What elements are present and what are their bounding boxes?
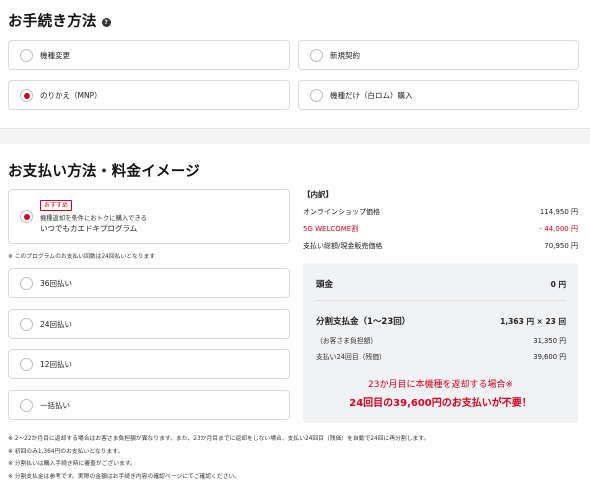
radio-mnp[interactable] <box>20 89 33 102</box>
radio-model-change[interactable] <box>20 49 33 62</box>
procedure-title: お手続き方法? <box>8 10 111 31</box>
installment-label: 分割支払金（1〜23回） <box>316 317 411 327</box>
radio-24-installments[interactable] <box>20 318 33 331</box>
breakdown-value-discount: - 44,000 円 <box>539 225 578 233</box>
footnote-4: ※ 分割支払金は参考です。実際の金額はお手続き内容の確認ページにてご確認ください… <box>8 474 241 480</box>
radio-36-installments[interactable] <box>20 277 33 290</box>
down-payment-label: 頭金 <box>316 280 334 290</box>
installment-value: 1,363 円 × 23 回 <box>500 317 566 326</box>
option-model-change-label: 機種変更 <box>40 51 70 60</box>
radio-lump-sum[interactable] <box>20 399 33 412</box>
footnote-1: ※ 2〜22か月目に返却する場合はお客さま負担額が異なります。また、23か月目ま… <box>8 436 430 442</box>
option-36-installments[interactable]: 36回払い <box>8 268 290 298</box>
option-24-label: 24回払い <box>40 320 73 329</box>
payment-title: お支払い方法・料金イメージ <box>8 164 201 180</box>
return-benefit-text: 24回目の39,600円のお支払いが不要！ <box>349 398 532 409</box>
customer-burden-label: （お客さま負担額） <box>316 337 378 345</box>
radio-kaedoki-program[interactable] <box>20 210 33 223</box>
option-device-only[interactable]: 機種だけ（白ロム）購入 <box>298 80 579 110</box>
breakdown-label-online-price: オンラインショップ価格 <box>303 208 380 216</box>
option-36-label: 36回払い <box>40 279 73 288</box>
option-new-contract-label: 新規契約 <box>330 51 360 60</box>
option-12-label: 12回払い <box>40 360 73 369</box>
option-model-change[interactable]: 機種変更 <box>8 40 290 70</box>
summary-divider <box>316 300 566 301</box>
breakdown-heading: 【内訳】 <box>303 190 333 199</box>
program-name: いつでもカエドキプログラム <box>40 224 138 233</box>
radio-new-contract[interactable] <box>310 49 323 62</box>
option-24-installments[interactable]: 24回払い <box>8 309 290 339</box>
option-12-installments[interactable]: 12回払い <box>8 349 290 379</box>
return-condition-text: 23か月目に本機種を返却する場合※ <box>368 380 513 390</box>
section-divider <box>0 128 590 144</box>
recommended-badge: おすすめ <box>40 200 73 211</box>
breakdown-value-total: 70,950 円 <box>544 242 578 250</box>
program-description: 機種返却を条件におトクに購入できる <box>40 215 147 222</box>
option-lump-sum[interactable]: 一括払い <box>8 390 290 420</box>
footnote-3: ※ 分割払いは購入手続き時に審査がございます。 <box>8 461 136 467</box>
footnote-2: ※ 初回のみ1,364円のお支払いとなります。 <box>8 449 124 455</box>
program-note: ※ このプログラムのお支払い回数は24回払いとなります <box>8 254 156 260</box>
option-kaedoki-program[interactable]: おすすめ 機種返却を条件におトクに購入できる いつでもカエドキプログラム <box>8 189 290 244</box>
customer-burden-value: 31,350 円 <box>533 337 566 345</box>
radio-12-installments[interactable] <box>20 358 33 371</box>
final-payment-label: 支払い24回目（残価） <box>316 353 386 361</box>
procedure-title-text: お手続き方法 <box>8 14 97 30</box>
option-device-only-label: 機種だけ（白ロム）購入 <box>330 91 413 100</box>
breakdown-label-discount: 5G WELCOME割 <box>303 225 359 233</box>
final-payment-value: 39,600 円 <box>533 353 566 361</box>
breakdown-label-total: 支払い総額/現金販売価格 <box>303 242 383 250</box>
option-mnp-label: のりかえ（MNP） <box>40 91 102 100</box>
help-icon[interactable]: ? <box>101 17 111 27</box>
option-mnp[interactable]: のりかえ（MNP） <box>8 80 290 110</box>
radio-device-only[interactable] <box>310 89 323 102</box>
breakdown-value-online-price: 114,950 円 <box>539 208 578 216</box>
option-new-contract[interactable]: 新規契約 <box>298 40 579 70</box>
payment-summary-panel: 頭金 0 円 分割支払金（1〜23回） 1,363 円 × 23 回 （お客さま… <box>303 263 578 423</box>
option-lump-sum-label: 一括払い <box>40 401 70 410</box>
down-payment-value: 0 円 <box>550 280 566 289</box>
